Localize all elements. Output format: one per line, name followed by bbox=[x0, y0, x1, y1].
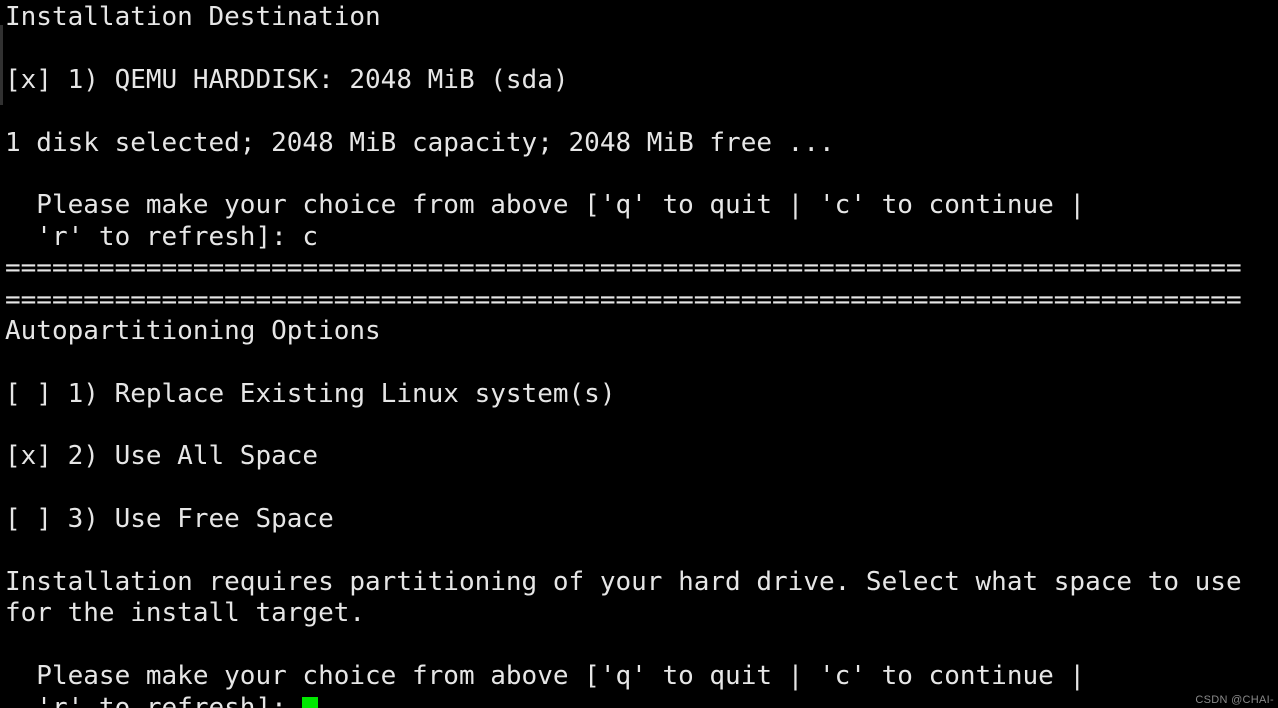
autopartitioning-option-2[interactable]: [x] 2) Use All Space bbox=[5, 441, 1278, 472]
autopartitioning-prompt-line-1: Please make your choice from above ['q' … bbox=[5, 661, 1086, 692]
destination-prompt-line-1: Please make your choice from above ['q' … bbox=[5, 190, 1086, 221]
separator-rule-bottom: ========================================… bbox=[5, 284, 1242, 315]
autopartitioning-prompt-text: 'r' to refresh]: bbox=[5, 692, 303, 708]
separator-rule-top: ========================================… bbox=[5, 253, 1242, 284]
autopartitioning-description-line-1: Installation requires partitioning of yo… bbox=[5, 567, 1242, 598]
text-cursor-block bbox=[302, 696, 319, 708]
autopartitioning-prompt-line-2[interactable]: 'r' to refresh]: bbox=[5, 693, 1278, 708]
autopartitioning-title: Autopartitioning Options bbox=[5, 315, 381, 346]
csdn-watermark: CSDN @CHAI- bbox=[1195, 694, 1274, 706]
destination-prompt-line-2[interactable]: 'r' to refresh]: c bbox=[5, 222, 1278, 253]
autopartitioning-option-1[interactable]: [ ] 1) Replace Existing Linux system(s) bbox=[5, 379, 1278, 410]
autopartitioning-option-3[interactable]: [ ] 3) Use Free Space bbox=[5, 504, 1278, 535]
terminal-text-buffer: Installation Destination [x] 1) QEMU HAR… bbox=[0, 0, 1278, 708]
autopartitioning-description-line-2: for the install target. bbox=[5, 598, 366, 629]
terminal-window[interactable]: Installation Destination [x] 1) QEMU HAR… bbox=[0, 0, 1278, 708]
installation-destination-title: Installation Destination bbox=[5, 2, 381, 32]
disk-option-1[interactable]: [x] 1) QEMU HARDDISK: 2048 MiB (sda) bbox=[5, 65, 1278, 96]
disk-selection-summary: 1 disk selected; 2048 MiB capacity; 2048… bbox=[5, 127, 835, 158]
